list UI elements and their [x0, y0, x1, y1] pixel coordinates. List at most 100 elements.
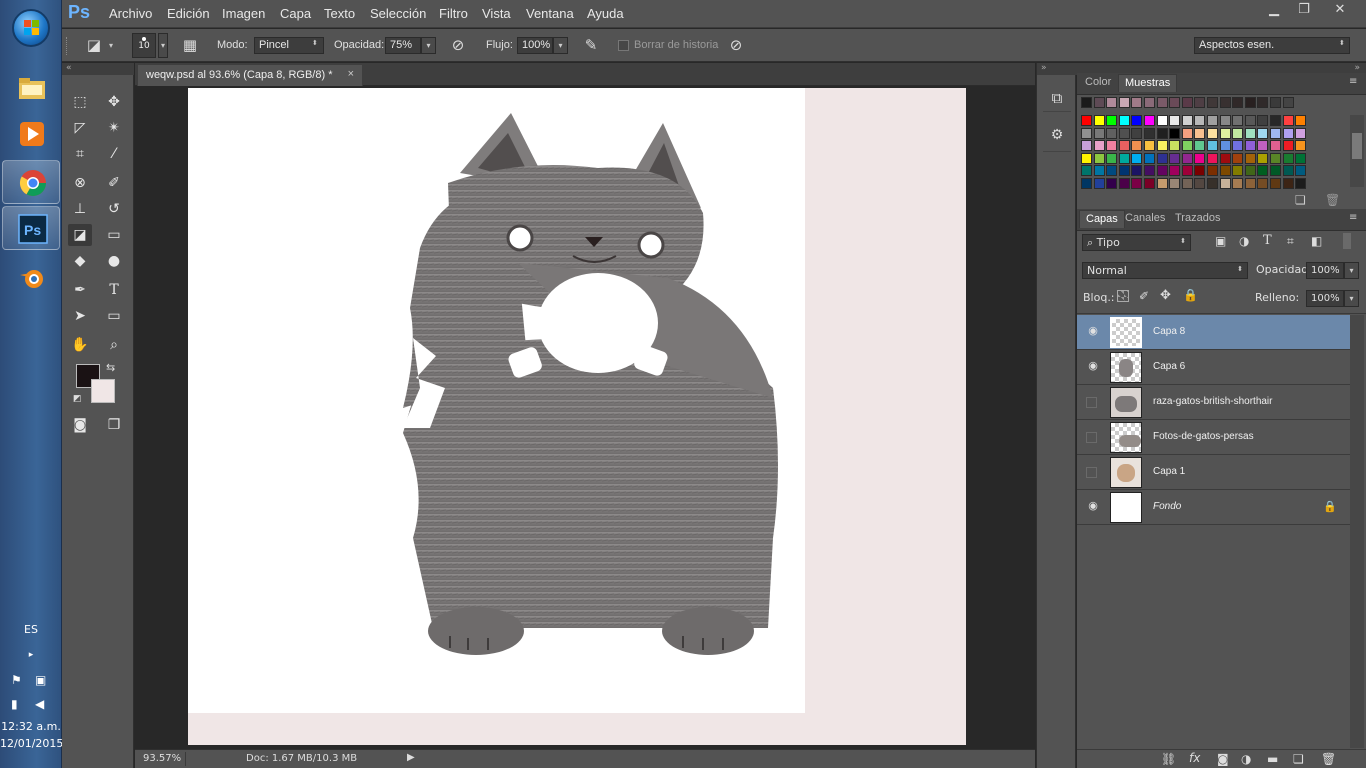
- color-swatch[interactable]: [1295, 178, 1307, 189]
- color-swatch[interactable]: [1282, 140, 1294, 152]
- lasso-tool-icon[interactable]: ◸: [68, 117, 92, 139]
- color-swatch[interactable]: [1194, 165, 1206, 177]
- color-swatch[interactable]: [1118, 152, 1130, 164]
- tab-canales[interactable]: Canales: [1119, 210, 1171, 228]
- tab-muestras[interactable]: Muestras: [1118, 74, 1178, 92]
- color-swatch[interactable]: [1118, 178, 1130, 189]
- color-swatch[interactable]: [1232, 97, 1244, 108]
- color-swatch[interactable]: [1144, 97, 1155, 108]
- type-tool-icon[interactable]: T: [102, 279, 126, 301]
- canvas[interactable]: [188, 88, 966, 745]
- taskbar-media-player[interactable]: [2, 112, 60, 156]
- clone-stamp-tool-icon[interactable]: ⊥: [68, 198, 92, 220]
- layer-row-raza-gatos[interactable]: raza-gatos-british-shorthair: [1077, 385, 1350, 420]
- color-swatch[interactable]: [1093, 127, 1105, 139]
- visibility-off-box[interactable]: [1086, 397, 1097, 408]
- pressure-size-icon[interactable]: ⊘: [726, 36, 746, 56]
- move-tool-icon[interactable]: ✥: [102, 91, 126, 113]
- flow-field[interactable]: 100%: [517, 37, 553, 54]
- color-swatch[interactable]: [1181, 127, 1193, 139]
- color-swatch[interactable]: [1270, 178, 1281, 189]
- lock-pixels-icon[interactable]: ✐: [1139, 289, 1149, 303]
- visibility-off-box[interactable]: [1086, 467, 1097, 478]
- color-swatch[interactable]: [1144, 178, 1155, 189]
- color-swatch[interactable]: [1295, 140, 1307, 152]
- layer-name[interactable]: raza-gatos-british-shorthair: [1153, 396, 1273, 407]
- rectangle-tool-icon[interactable]: ▭: [102, 305, 126, 327]
- menu-imagen[interactable]: Imagen: [222, 6, 265, 21]
- color-swatch[interactable]: [1295, 115, 1307, 126]
- color-swatch[interactable]: [1169, 127, 1181, 139]
- airbrush-icon[interactable]: ✎: [581, 36, 601, 56]
- layer-style-icon[interactable]: fx: [1189, 751, 1200, 765]
- delete-layer-icon[interactable]: 🗑: [1321, 752, 1336, 766]
- layer-name[interactable]: Fondo: [1153, 501, 1181, 512]
- color-swatch[interactable]: [1207, 115, 1218, 126]
- brush-panel-toggle-icon[interactable]: ▦: [180, 36, 200, 56]
- color-swatch[interactable]: [1295, 127, 1307, 139]
- color-swatch[interactable]: [1282, 165, 1294, 177]
- color-swatch[interactable]: [1257, 140, 1269, 152]
- color-swatch[interactable]: [1081, 165, 1092, 177]
- color-swatch[interactable]: [1144, 140, 1155, 152]
- layer-name[interactable]: Fotos-de-gatos-persas: [1153, 431, 1254, 442]
- color-swatch[interactable]: [1131, 97, 1143, 108]
- color-swatch[interactable]: [1219, 152, 1231, 164]
- color-swatch[interactable]: [1093, 165, 1105, 177]
- color-swatch[interactable]: [1144, 165, 1155, 177]
- color-swatch[interactable]: [1169, 178, 1181, 189]
- taskbar-explorer[interactable]: [2, 66, 60, 110]
- blend-mode-select[interactable]: Normal ⬍: [1082, 262, 1248, 279]
- layer-name[interactable]: Capa 1: [1153, 466, 1185, 477]
- color-swatch[interactable]: [1244, 115, 1256, 126]
- safely-remove-icon[interactable]: ▣: [35, 673, 53, 689]
- adjustment-layer-icon[interactable]: ◑: [1241, 752, 1251, 766]
- color-swatch[interactable]: [1156, 97, 1168, 108]
- background-color-swatch[interactable]: [91, 379, 115, 403]
- layer-row-capa-1[interactable]: Capa 1: [1077, 455, 1350, 490]
- color-swatch[interactable]: [1282, 115, 1294, 126]
- color-swatch[interactable]: [1194, 178, 1206, 189]
- color-swatch[interactable]: [1131, 127, 1143, 139]
- add-mask-icon[interactable]: ◙: [1217, 752, 1229, 766]
- color-swatch[interactable]: [1081, 115, 1092, 126]
- color-swatch[interactable]: [1131, 140, 1143, 152]
- color-swatch[interactable]: [1144, 127, 1155, 139]
- color-swatch[interactable]: [1106, 165, 1118, 177]
- menu-filtro[interactable]: Filtro: [439, 6, 468, 21]
- lock-all-icon[interactable]: 🔒: [1183, 288, 1198, 302]
- color-swatch[interactable]: [1244, 178, 1256, 189]
- color-swatch[interactable]: [1131, 115, 1143, 126]
- color-swatch[interactable]: [1081, 140, 1092, 152]
- color-swatch[interactable]: [1156, 140, 1168, 152]
- brush-size-picker[interactable]: 10: [132, 33, 156, 58]
- tab-trazados[interactable]: Trazados: [1169, 210, 1226, 228]
- color-swatch[interactable]: [1207, 127, 1218, 139]
- fill-dropdown[interactable]: ▾: [1344, 290, 1359, 307]
- swatches-scrollbar[interactable]: [1350, 115, 1364, 187]
- document-tab[interactable]: weqw.psd al 93.6% (Capa 8, RGB/8) * ×: [137, 64, 363, 86]
- color-swatch[interactable]: [1207, 140, 1218, 152]
- brush-tool-icon[interactable]: ✐: [102, 172, 126, 194]
- layer-name[interactable]: Capa 6: [1153, 361, 1185, 372]
- color-swatch[interactable]: [1156, 115, 1168, 126]
- tab-capas[interactable]: Capas: [1079, 210, 1125, 228]
- minimize-button[interactable]: ▁: [1260, 2, 1288, 20]
- zoom-tool-icon[interactable]: ⌕: [102, 334, 126, 356]
- history-panel-icon[interactable]: ⧉: [1047, 89, 1067, 109]
- color-swatch[interactable]: [1194, 140, 1206, 152]
- layer-opacity-field[interactable]: 100%: [1306, 262, 1344, 279]
- color-swatch[interactable]: [1219, 97, 1231, 108]
- lock-transparency-icon[interactable]: [1117, 290, 1129, 302]
- color-swatch[interactable]: [1081, 97, 1092, 108]
- color-swatch[interactable]: [1081, 152, 1092, 164]
- color-swatch[interactable]: [1169, 115, 1181, 126]
- layer-row-fondo[interactable]: ◉ Fondo 🔒: [1077, 490, 1350, 525]
- color-swatch[interactable]: [1081, 127, 1092, 139]
- color-swatch[interactable]: [1219, 165, 1231, 177]
- crop-tool-icon[interactable]: ⌗: [68, 143, 92, 165]
- color-swatch[interactable]: [1181, 115, 1193, 126]
- swatches-scroll-thumb[interactable]: [1352, 133, 1362, 159]
- layer-name[interactable]: Capa 8: [1153, 326, 1185, 337]
- color-swatch[interactable]: [1194, 152, 1206, 164]
